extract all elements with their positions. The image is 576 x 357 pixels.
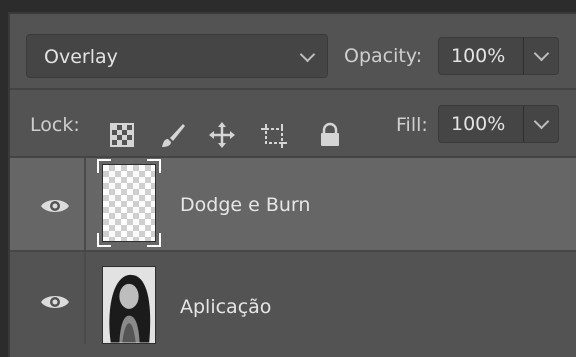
lock-transparent-pixels-icon[interactable]	[108, 121, 136, 149]
lock-artboard-icon[interactable]	[260, 121, 288, 149]
lock-label: Lock:	[30, 114, 80, 136]
divider	[10, 88, 576, 90]
selection-corner	[97, 159, 111, 173]
layer-name[interactable]: Aplicação	[180, 296, 271, 318]
divider	[84, 252, 86, 344]
blend-mode-value: Overlay	[44, 46, 118, 68]
eye-icon[interactable]	[40, 196, 70, 216]
chevron-down-icon	[299, 46, 316, 63]
portrait-image	[103, 267, 155, 343]
selection-corner	[97, 233, 111, 247]
fill-value: 100%	[451, 113, 506, 135]
opacity-label: Opacity:	[344, 45, 423, 67]
selection-corner	[147, 159, 161, 173]
fill-label: Fill:	[396, 114, 428, 136]
layer-thumbnail-portrait[interactable]	[102, 266, 156, 344]
divider	[84, 158, 86, 250]
layer-row[interactable]: Dodge e Burn	[10, 158, 576, 250]
lock-all-icon[interactable]	[316, 121, 344, 149]
layer-name[interactable]: Dodge e Burn	[180, 194, 310, 216]
lock-image-pixels-icon[interactable]	[158, 121, 186, 149]
fill-input[interactable]: 100%	[438, 105, 524, 143]
selection-corner	[147, 233, 161, 247]
fill-dropdown-button[interactable]	[523, 105, 559, 143]
eye-icon[interactable]	[40, 292, 70, 312]
opacity-input[interactable]: 100%	[438, 37, 524, 75]
chevron-down-icon	[533, 45, 550, 62]
lock-position-icon[interactable]	[208, 121, 236, 149]
opacity-value: 100%	[451, 45, 506, 67]
layer-row[interactable]: Aplicação	[10, 252, 576, 344]
layers-panel: Overlay Opacity: 100% Lock: Fill: 100% D…	[8, 12, 576, 357]
chevron-down-icon	[533, 113, 550, 130]
opacity-dropdown-button[interactable]	[523, 37, 559, 75]
layer-thumbnail-transparent[interactable]	[97, 159, 161, 247]
blend-mode-select[interactable]: Overlay	[26, 34, 328, 78]
